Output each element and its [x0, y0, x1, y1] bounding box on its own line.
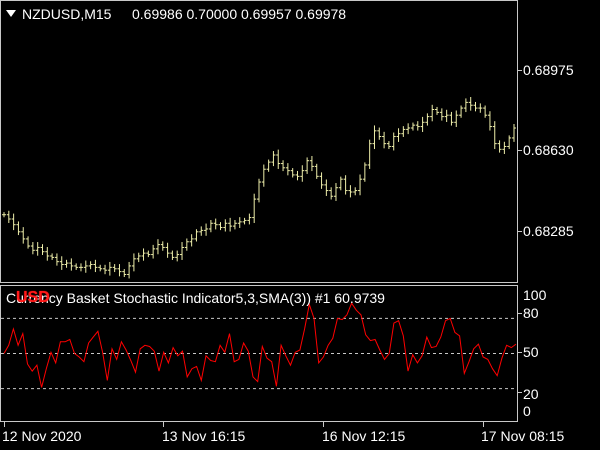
price-axis-label: 0.68285	[523, 223, 574, 239]
time-axis-tick	[483, 422, 484, 427]
price-axis-tick	[518, 231, 522, 232]
mt4-chart-window: NZDUSD,M15 0.69986 0.70000 0.69957 0.699…	[0, 0, 600, 450]
price-axis-tick	[518, 70, 522, 71]
indicator-axis-label: 50	[523, 344, 539, 360]
indicator-axis-tick	[518, 313, 522, 314]
indicator-axis-tick	[518, 352, 522, 353]
indicator-axis-label: 80	[523, 305, 539, 321]
time-axis-tick	[163, 422, 164, 427]
indicator-series-line	[3, 302, 517, 388]
indicator-axis-label: 20	[523, 386, 539, 402]
indicator-chart-svg	[1, 302, 517, 390]
time-axis-tick	[4, 422, 5, 427]
time-axis-label: 13 Nov 16:15	[162, 428, 246, 444]
price-axis-tick	[518, 150, 522, 151]
indicator-axis-tick	[518, 392, 522, 393]
time-axis-label: 16 Nov 12:15	[322, 428, 406, 444]
price-axis-label: 0.68975	[523, 62, 574, 78]
price-axis-label: 0.68630	[523, 142, 574, 158]
currency-overlay-label: USD	[16, 289, 50, 306]
indicator-axis-label: 100	[523, 287, 547, 303]
time-axis-label: 17 Nov 08:15	[481, 428, 565, 444]
time-axis-label: 12 Nov 2020	[2, 428, 82, 444]
indicator-title: Currency Basket Stochastic Indicator5,3,…	[6, 290, 385, 306]
time-axis-tick	[323, 422, 324, 427]
indicator-axis-label: 0	[523, 403, 531, 419]
